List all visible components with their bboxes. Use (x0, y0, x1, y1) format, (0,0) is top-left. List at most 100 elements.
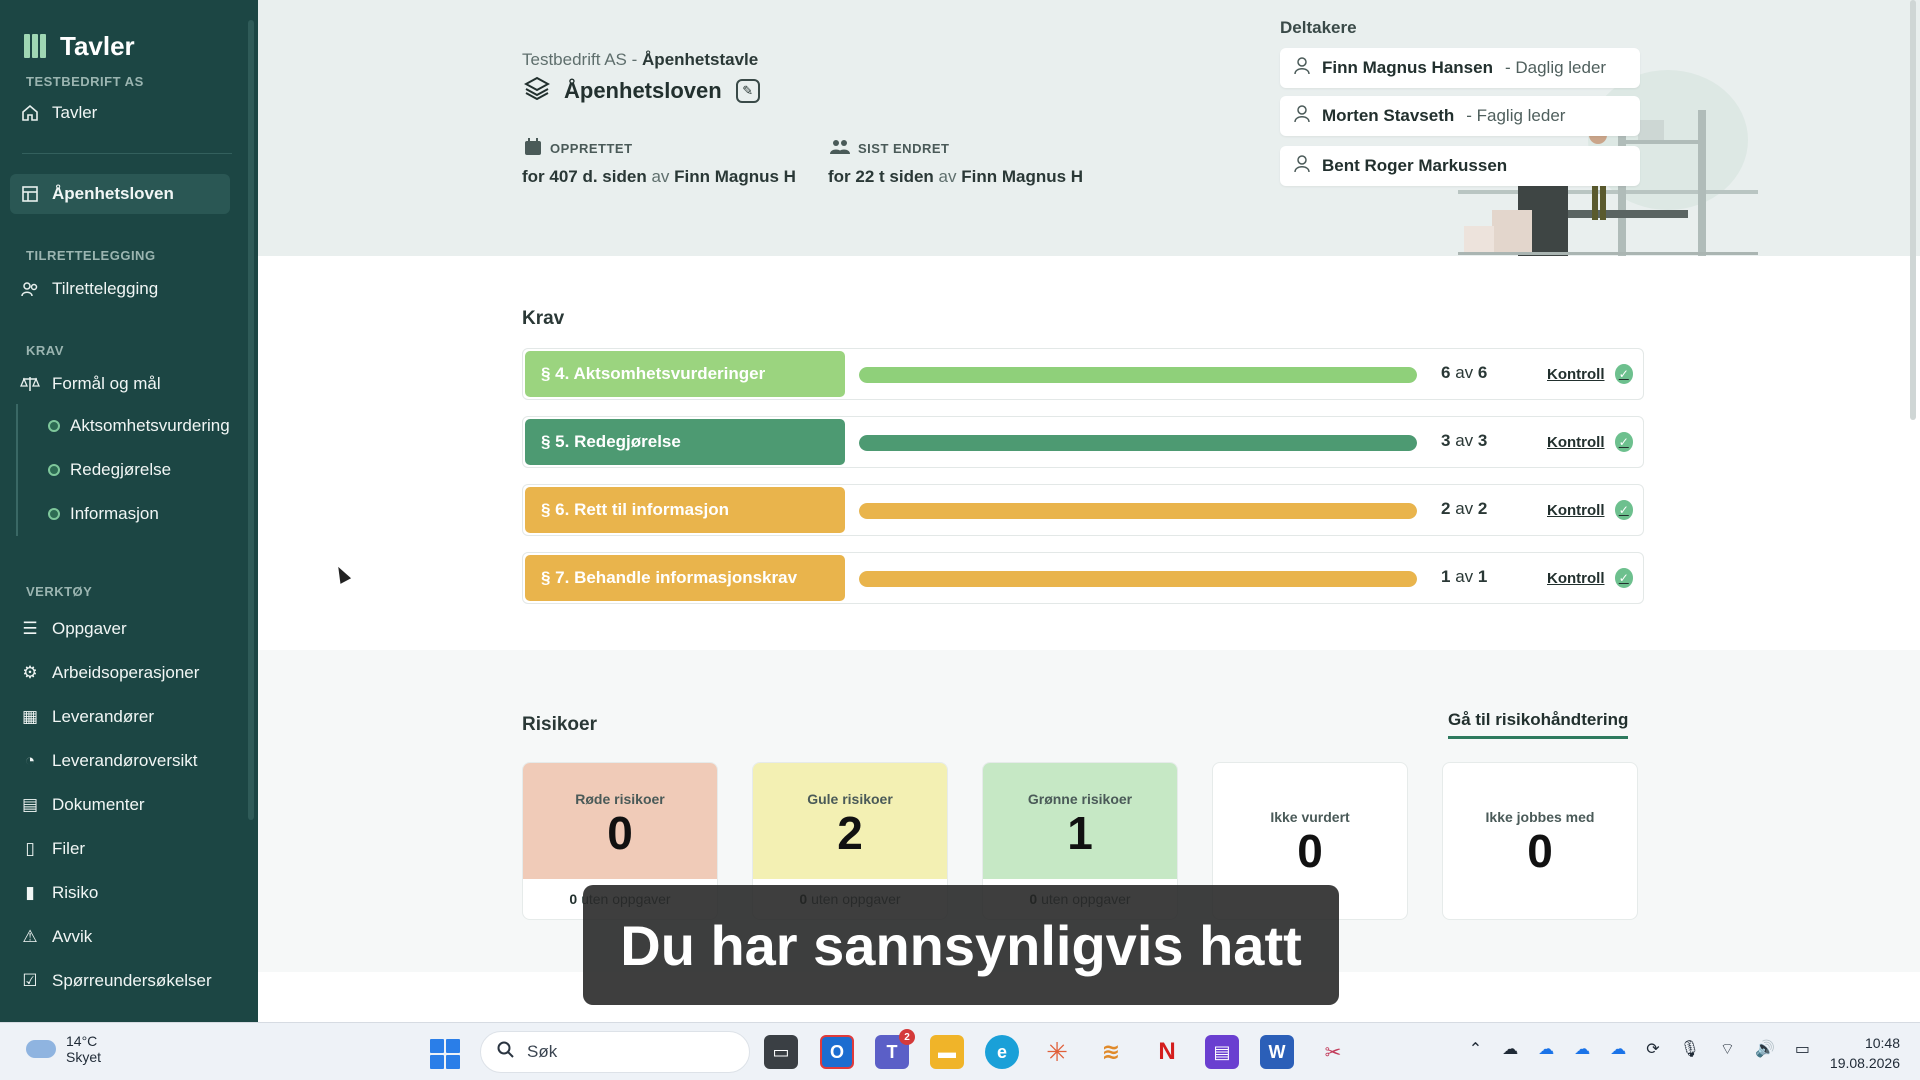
notification-badge: 2 (899, 1029, 915, 1045)
risk-card-name: Ikke vurdert (1270, 809, 1350, 825)
calendar-icon (524, 138, 542, 159)
krav-label[interactable]: § 7. Behandle informasjonskrav (525, 555, 845, 601)
progress-bar (859, 435, 1417, 451)
weather-widget[interactable]: 14°C Skyet (26, 1033, 101, 1065)
people-icon (830, 138, 850, 159)
krav-count: 6 av 6 (1441, 363, 1488, 382)
volume-icon[interactable]: 🔊 (1755, 1039, 1775, 1059)
participant-card[interactable]: Bent Roger Markussen (1280, 146, 1640, 186)
participant-name: Bent Roger Markussen (1322, 156, 1508, 175)
onedrive-icon[interactable]: ☁ (1610, 1039, 1626, 1059)
sidebar-item-filer[interactable]: ▯ Filer (0, 827, 258, 871)
krav-row[interactable]: § 7. Behandle informasjonskrav 1 av 1 Kont… (522, 552, 1644, 604)
check-icon: ✓ (1614, 364, 1633, 384)
sidebar-item-leverandoroversikt[interactable]: ◔ Leverandøroversikt (0, 739, 258, 783)
kontroll-button[interactable]: Kontroll ✓ (1535, 357, 1633, 391)
edit-icon[interactable]: ✎ (735, 79, 760, 103)
risk-management-link[interactable]: Gå til risikohåndtering (1448, 710, 1629, 739)
sidebar-scrollbar[interactable] (248, 20, 254, 820)
microphone-icon[interactable]: 🎙 (1680, 1039, 1700, 1059)
edge-icon[interactable]: e (985, 1035, 1019, 1069)
chevron-up-icon[interactable]: ⌃ (1469, 1039, 1482, 1059)
krav-row[interactable]: § 6. Rett til informasjon 2 av 2 Kontroll ✓ (522, 484, 1644, 536)
sidebar-item-tavler[interactable]: Tavler (0, 93, 258, 133)
users-icon (20, 279, 40, 299)
risk-card-top: Gule risikoer 2 (753, 763, 947, 879)
krav-label[interactable]: § 5. Redegjørelse (525, 419, 845, 465)
sidebar-item-formal[interactable]: Formål og mål (0, 364, 258, 404)
risk-card-value: 0 (607, 807, 633, 859)
sidebar-item-label: Avvik (52, 927, 93, 946)
battery-icon[interactable]: ▭ (1795, 1039, 1810, 1059)
outlook-icon[interactable]: O (820, 1035, 854, 1069)
sidebar-item-redegjorelse[interactable]: Redegjørelse (18, 448, 258, 492)
sidebar-item-tilrettelegging[interactable]: Tilrettelegging (0, 269, 258, 309)
sidebar-item-arbeidsoperasjoner[interactable]: ⚙ Arbeidsoperasjoner (0, 651, 258, 695)
taskbar-search[interactable]: Søk (480, 1031, 750, 1073)
onedrive-icon[interactable]: ☁ (1538, 1039, 1554, 1059)
progress-fill (859, 503, 1417, 519)
clock[interactable]: 10:48 19.08.2026 (1830, 1033, 1900, 1073)
teams-icon[interactable]: T2 (875, 1029, 915, 1069)
created-label: OPPRETTET (524, 138, 633, 159)
sidebar-item-risiko[interactable]: ▮ Risiko (0, 871, 258, 915)
sidebar-item-sporreundersokelser[interactable]: ☑ Spørreundersøkelser (0, 959, 258, 1003)
sidebar-item-label: Redegjørelse (70, 460, 172, 479)
file-explorer-icon[interactable]: ▬ (930, 1035, 964, 1069)
risk-card-value: 0 (1297, 825, 1323, 877)
brand-title: Tavler (60, 30, 135, 61)
snipping-tool-icon[interactable]: ✂ (1316, 1035, 1350, 1069)
sync-icon[interactable]: ⟳ (1646, 1039, 1659, 1059)
cloud-sync-icon[interactable]: ☁ (1502, 1039, 1518, 1059)
search-placeholder: Søk (527, 1042, 558, 1061)
wifi-icon[interactable]: ⌔ (1720, 1039, 1735, 1059)
krav-row[interactable]: § 4. Aktsomhetsvurderinger 6 av 6 Kontroll… (522, 348, 1644, 400)
onedrive-icon[interactable]: ☁ (1574, 1039, 1590, 1059)
thermometer-icon: ▮ (25, 883, 35, 902)
person-icon (1294, 154, 1310, 178)
section-label-krav: KRAV (26, 343, 64, 358)
kontroll-button[interactable]: Kontroll ✓ (1535, 493, 1633, 527)
krav-row[interactable]: § 5. Redegjørelse 3 av 3 Kontroll ✓ (522, 416, 1644, 468)
task-view-icon[interactable]: ▭ (764, 1035, 798, 1069)
divider (22, 153, 232, 154)
progress-fill (859, 435, 1417, 451)
risk-card-value: 2 (837, 807, 863, 859)
kontroll-button[interactable]: Kontroll ✓ (1535, 425, 1633, 459)
cloud-icon (26, 1040, 56, 1058)
sidebar-item-label: Åpenhetsloven (52, 184, 174, 203)
sidebar-item-avvik[interactable]: ⚠ Avvik (0, 915, 258, 959)
status-dot-icon (48, 508, 60, 520)
netflix-icon[interactable]: N (1150, 1035, 1184, 1069)
participant-card[interactable]: Morten Stavseth - Faglig leder (1280, 96, 1640, 136)
risk-card[interactable]: Ikke jobbes med 0 (1442, 762, 1638, 920)
breadcrumb: Testbedrift AS - Åpenhetstavle (522, 50, 758, 70)
krav-subitems: Aktsomhetsvurdering Redegjørelse Informa… (16, 404, 258, 536)
board-icon (20, 184, 40, 204)
sidebar-item-apenhetsloven[interactable]: Åpenhetsloven (10, 174, 230, 214)
app-icon[interactable]: ≋ (1094, 1035, 1128, 1069)
risk-card-top: Grønne risikoer 1 (983, 763, 1177, 879)
participant-card[interactable]: Finn Magnus Hansen - Daglig leder (1280, 48, 1640, 88)
sidebar-item-leverandorer[interactable]: ▦ Leverandører (0, 695, 258, 739)
krav-label[interactable]: § 6. Rett til informasjon (525, 487, 845, 533)
clock-time: 10:48 (1864, 1035, 1900, 1051)
brand[interactable]: Tavler (0, 0, 258, 70)
claude-icon[interactable]: ✳ (1040, 1035, 1074, 1069)
sidebar-item-dokumenter[interactable]: ▤ Dokumenter (0, 783, 258, 827)
sidebar-item-oppgaver[interactable]: ☰ Oppgaver (0, 607, 258, 651)
clipchamp-icon[interactable]: ▤ (1205, 1035, 1239, 1069)
sidebar-item-informasjon[interactable]: Informasjon (18, 492, 258, 536)
sidebar-item-aktsomhetsvurdering[interactable]: Aktsomhetsvurdering (18, 404, 258, 448)
file-icon: ▯ (25, 839, 35, 858)
sidebar-item-label: Tilrettelegging (52, 279, 159, 298)
breadcrumb-company[interactable]: Testbedrift AS (522, 50, 627, 69)
status-dot-icon (48, 464, 60, 476)
word-icon[interactable]: W (1260, 1035, 1294, 1069)
krav-label[interactable]: § 4. Aktsomhetsvurderinger (525, 351, 845, 397)
windows-start-icon[interactable] (430, 1039, 460, 1069)
kontroll-button[interactable]: Kontroll ✓ (1535, 561, 1633, 595)
page-scrollbar[interactable] (1910, 0, 1916, 420)
person-icon (1294, 56, 1310, 80)
layers-icon (523, 76, 551, 106)
